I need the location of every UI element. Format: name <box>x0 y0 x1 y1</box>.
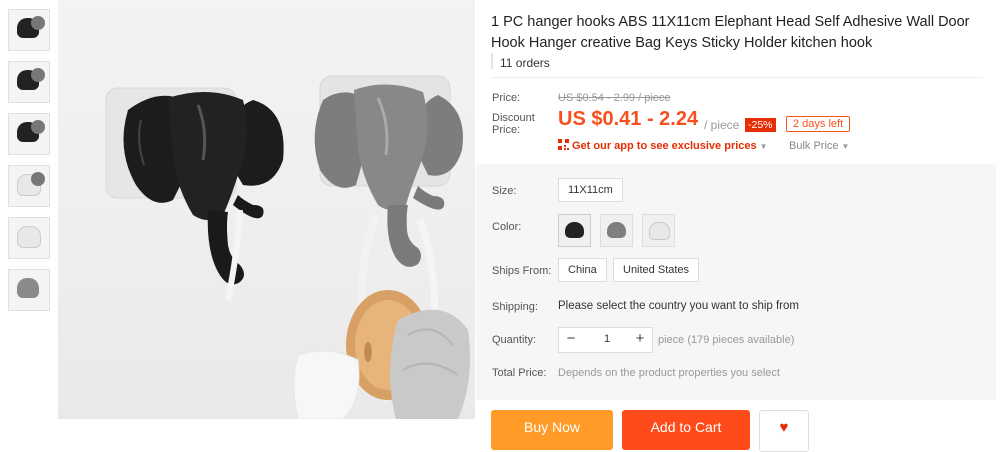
orders-count: 11 orders <box>500 56 550 70</box>
color-swatch-gray[interactable] <box>600 214 633 247</box>
increase-quantity-button[interactable]: + <box>630 330 650 347</box>
thumbnail-2[interactable] <box>8 61 50 103</box>
app-promo-link[interactable]: Get our app to see exclusive prices <box>572 140 757 152</box>
thumbnail-elephant-icon <box>31 16 45 30</box>
app-promo[interactable]: Get our app to see exclusive prices ▼ <box>558 139 768 152</box>
thumbnail-4[interactable] <box>8 165 50 207</box>
thumbnail-elephant-icon <box>17 226 41 248</box>
bulk-price-label: Bulk Price <box>789 140 839 152</box>
color-swatch-black[interactable] <box>558 214 591 247</box>
quantity-input[interactable]: 1 <box>589 333 625 345</box>
chevron-down-icon: ▼ <box>841 142 850 151</box>
price-label: Price: <box>492 92 521 104</box>
pieces-available: piece (179 pieces available) <box>658 334 795 346</box>
quantity-stepper: − 1 + <box>558 327 653 353</box>
quantity-label: Quantity: <box>492 334 537 346</box>
ships-from-united-states[interactable]: United States <box>613 258 700 282</box>
qr-code-icon <box>558 139 569 150</box>
shipping-info: Please select the country you want to sh… <box>558 300 799 312</box>
product-main-image[interactable] <box>58 0 475 419</box>
shipping-label: Shipping: <box>492 301 538 313</box>
product-title: 1 PC hanger hooks ABS 11X11cm Elephant H… <box>491 14 970 51</box>
size-option-11x11cm[interactable]: 11X11cm <box>558 178 623 202</box>
product-info-panel: 1 PC hanger hooks ABS 11X11cm Elephant H… <box>476 0 996 452</box>
discount-price: US $0.41 - 2.24 <box>558 108 699 130</box>
original-price: US $0.54 - 2.99 / piece <box>558 92 671 104</box>
wishlist-button[interactable]: ♥ <box>759 410 809 452</box>
bulk-price-dropdown[interactable]: Bulk Price ▼ <box>789 140 849 152</box>
thumbnail-1[interactable] <box>8 9 50 51</box>
section-divider <box>491 77 983 78</box>
thumbnail-list <box>8 9 52 321</box>
thumbnail-elephant-icon <box>31 172 45 186</box>
add-to-cart-button[interactable]: Add to Cart <box>622 410 750 450</box>
orders-divider <box>491 53 493 69</box>
sku-options-area <box>476 164 996 400</box>
ships-from-china[interactable]: China <box>558 258 607 282</box>
buy-now-button[interactable]: Buy Now <box>491 410 613 450</box>
discount-price-label: Discount Price: <box>492 112 535 136</box>
heart-icon: ♥ <box>779 419 789 436</box>
ships-from-label: Ships From: <box>492 265 552 277</box>
thumbnail-elephant-icon <box>17 278 39 298</box>
elephant-icon <box>649 222 670 240</box>
total-price-value: Depends on the product properties you se… <box>558 367 780 379</box>
days-left-badge: 2 days left <box>786 116 851 132</box>
elephant-icon <box>607 222 626 238</box>
price-unit: / piece <box>704 118 740 132</box>
thumbnail-elephant-icon <box>31 120 45 134</box>
discount-percent-badge: -25% <box>745 118 776 132</box>
elephant-icon <box>565 222 584 238</box>
color-label: Color: <box>492 221 522 233</box>
elephant-hooks-illustration <box>105 75 471 419</box>
thumbnail-6[interactable] <box>8 269 50 311</box>
thumbnail-5[interactable] <box>8 217 50 259</box>
decrease-quantity-button[interactable]: − <box>561 330 581 347</box>
total-price-label: Total Price: <box>492 367 547 379</box>
thumbnail-3[interactable] <box>8 113 50 155</box>
chevron-down-icon: ▼ <box>759 142 768 151</box>
color-swatch-white[interactable] <box>642 214 675 247</box>
size-label: Size: <box>492 185 517 197</box>
thumbnail-elephant-icon <box>31 68 45 82</box>
